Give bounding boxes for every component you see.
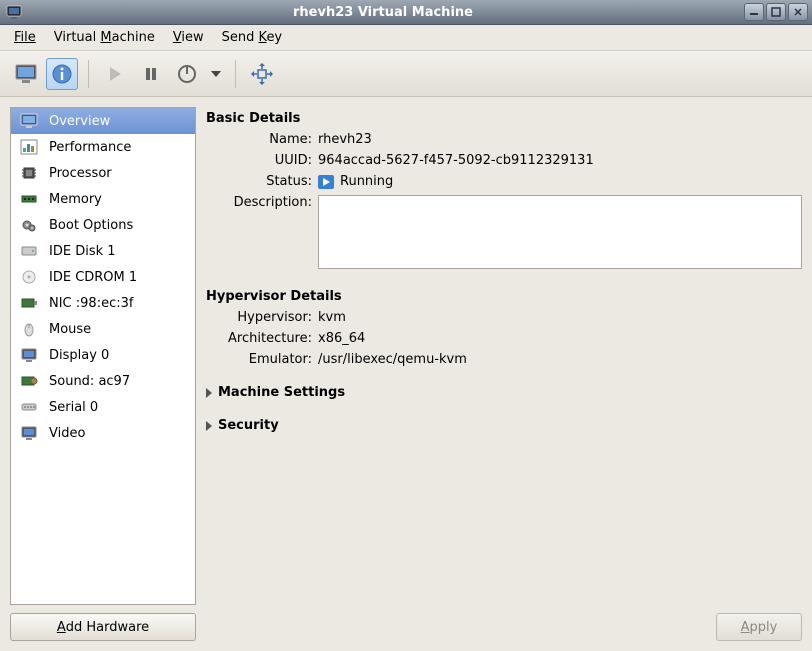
name-label: Name:: [216, 132, 312, 147]
minimize-button[interactable]: [744, 3, 764, 21]
menu-virtual-machine[interactable]: Virtual Machine: [46, 28, 163, 47]
mouse-icon: [19, 320, 39, 338]
basic-details-header: Basic Details: [206, 111, 802, 126]
sidebar-item-ide-disk[interactable]: IDE Disk 1: [11, 238, 195, 264]
sidebar-item-label: Performance: [49, 140, 131, 155]
emulator-label: Emulator:: [216, 352, 312, 367]
sidebar-item-label: Video: [49, 426, 85, 441]
nic-icon: [19, 294, 39, 312]
window-title: rhevh23 Virtual Machine: [22, 5, 744, 20]
chart-icon: [19, 138, 39, 156]
hypervisor-label: Hypervisor:: [216, 310, 312, 325]
status-value: Running: [318, 174, 802, 189]
sidebar-item-boot-options[interactable]: Boot Options: [11, 212, 195, 238]
sidebar-item-processor[interactable]: Processor: [11, 160, 195, 186]
sidebar-item-label: Boot Options: [49, 218, 133, 233]
sidebar-item-performance[interactable]: Performance: [11, 134, 195, 160]
chevron-right-icon: [206, 388, 212, 398]
menu-view[interactable]: View: [165, 28, 212, 47]
footer-buttons: Apply: [206, 613, 802, 641]
uuid-value: 964accad-5627-f457-5092-cb9112329131: [318, 153, 802, 168]
sidebar-item-label: NIC :98:ec:3f: [49, 296, 133, 311]
apply-button[interactable]: Apply: [716, 613, 802, 641]
video-icon: [19, 424, 39, 442]
sidebar: Overview Performance Processor Memory Bo…: [10, 107, 196, 641]
titlebar: rhevh23 Virtual Machine: [0, 0, 812, 25]
serial-icon: [19, 398, 39, 416]
menu-send-key[interactable]: Send Key: [214, 28, 290, 47]
power-dropdown[interactable]: [207, 58, 225, 90]
expander-security[interactable]: Security: [206, 418, 802, 433]
sidebar-item-label: Display 0: [49, 348, 109, 363]
main-panel: Basic Details Name: rhevh23 UUID: 964acc…: [206, 107, 802, 641]
sidebar-item-label: Serial 0: [49, 400, 98, 415]
sidebar-item-serial[interactable]: Serial 0: [11, 394, 195, 420]
add-hardware-button[interactable]: Add Hardware: [10, 613, 196, 641]
toolbar-separator: [235, 60, 236, 88]
memory-icon: [19, 190, 39, 208]
name-value: rhevh23: [318, 132, 802, 147]
sidebar-item-video[interactable]: Video: [11, 420, 195, 446]
sidebar-item-label: IDE Disk 1: [49, 244, 116, 259]
architecture-value: x86_64: [318, 331, 802, 346]
content: Overview Performance Processor Memory Bo…: [0, 97, 812, 651]
run-button[interactable]: [99, 58, 131, 90]
menubar: File Virtual Machine View Send Key: [0, 25, 812, 51]
sidebar-item-label: Mouse: [49, 322, 91, 337]
cpu-icon: [19, 164, 39, 182]
maximize-button[interactable]: [766, 3, 786, 21]
toolbar: [0, 51, 812, 97]
hypervisor-details-grid: Hypervisor: kvm Architecture: x86_64 Emu…: [216, 310, 802, 367]
sidebar-item-label: Overview: [49, 114, 110, 129]
disk-icon: [19, 242, 39, 260]
uuid-label: UUID:: [216, 153, 312, 168]
architecture-label: Architecture:: [216, 331, 312, 346]
sidebar-item-nic[interactable]: NIC :98:ec:3f: [11, 290, 195, 316]
sidebar-item-sound[interactable]: Sound: ac97: [11, 368, 195, 394]
status-label: Status:: [216, 174, 312, 189]
power-button[interactable]: [171, 58, 203, 90]
sidebar-item-mouse[interactable]: Mouse: [11, 316, 195, 342]
details-button[interactable]: [46, 58, 78, 90]
pause-button[interactable]: [135, 58, 167, 90]
monitor-icon: [19, 112, 39, 130]
sidebar-item-ide-cdrom[interactable]: IDE CDROM 1: [11, 264, 195, 290]
titlebar-app-icon: [6, 4, 22, 20]
description-label: Description:: [216, 195, 312, 210]
menu-file[interactable]: File: [6, 28, 44, 47]
cdrom-icon: [19, 268, 39, 286]
sidebar-item-label: Processor: [49, 166, 112, 181]
sidebar-item-label: Sound: ac97: [49, 374, 130, 389]
console-button[interactable]: [10, 58, 42, 90]
expander-machine-settings[interactable]: Machine Settings: [206, 385, 802, 400]
sidebar-item-memory[interactable]: Memory: [11, 186, 195, 212]
sidebar-list[interactable]: Overview Performance Processor Memory Bo…: [10, 107, 196, 605]
emulator-value: /usr/libexec/qemu-kvm: [318, 352, 802, 367]
display-icon: [19, 346, 39, 364]
sidebar-item-overview[interactable]: Overview: [11, 108, 195, 134]
sidebar-item-label: Memory: [49, 192, 102, 207]
hypervisor-details-header: Hypervisor Details: [206, 289, 802, 304]
toolbar-separator: [88, 60, 89, 88]
sound-icon: [19, 372, 39, 390]
close-button[interactable]: [788, 3, 808, 21]
gear-icon: [19, 216, 39, 234]
play-icon: [318, 175, 334, 189]
fullscreen-button[interactable]: [246, 58, 278, 90]
hypervisor-value: kvm: [318, 310, 802, 325]
description-input[interactable]: [318, 195, 802, 269]
sidebar-item-label: IDE CDROM 1: [49, 270, 137, 285]
sidebar-item-display[interactable]: Display 0: [11, 342, 195, 368]
basic-details-grid: Name: rhevh23 UUID: 964accad-5627-f457-5…: [216, 132, 802, 269]
chevron-right-icon: [206, 421, 212, 431]
